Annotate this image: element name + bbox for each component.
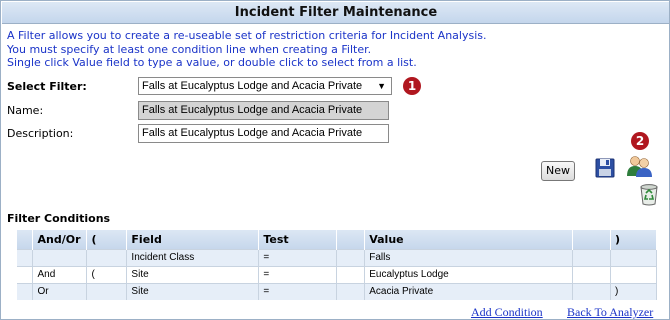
- column-header-value: Value: [364, 230, 574, 249]
- table-cell: [572, 265, 611, 283]
- table-cell[interactable]: =: [258, 265, 338, 283]
- table-cell: [572, 248, 611, 266]
- intro-text: A Filter allows you to create a re-useab…: [7, 29, 487, 70]
- column-header-test: Test: [258, 230, 338, 249]
- back-to-analyzer-link[interactable]: Back To Analyzer: [567, 305, 653, 319]
- select-filter-dropdown[interactable]: Falls at Eucalyptus Lodge and Acacia Pri…: [138, 77, 392, 95]
- filter-conditions-title: Filter Conditions: [7, 212, 111, 225]
- table-cell[interactable]: And: [32, 265, 88, 283]
- column-header: [17, 230, 34, 249]
- recycle-bin-icon[interactable]: [638, 182, 660, 206]
- table-cell[interactable]: [610, 265, 658, 283]
- table-cell: [336, 248, 366, 266]
- new-button[interactable]: New: [541, 161, 575, 181]
- floppy-disk-icon[interactable]: [595, 158, 615, 178]
- table-cell: [17, 248, 34, 266]
- table-row[interactable]: Incident Class = Falls: [17, 248, 658, 266]
- table-cell: [17, 282, 34, 300]
- table-cell[interactable]: Site: [126, 282, 260, 300]
- callout-marker-2: 2: [631, 132, 649, 150]
- column-header-field: Field: [126, 230, 260, 249]
- table-cell[interactable]: (: [86, 265, 128, 283]
- table-row[interactable]: Or Site = Acacia Private ): [17, 282, 658, 300]
- table-cell[interactable]: Eucalyptus Lodge: [364, 265, 574, 283]
- table-cell: [572, 282, 611, 300]
- filter-conditions-table: And/Or ( Field Test Value ) Incident Cla…: [17, 230, 658, 300]
- table-cell: [336, 265, 366, 283]
- add-condition-link[interactable]: Add Condition: [471, 305, 543, 319]
- table-cell[interactable]: [86, 248, 128, 266]
- table-cell[interactable]: Site: [126, 265, 260, 283]
- chevron-down-icon: ▼: [377, 81, 386, 91]
- table-cell[interactable]: Acacia Private: [364, 282, 574, 300]
- table-cell[interactable]: =: [258, 248, 338, 266]
- select-filter-label: Select Filter:: [7, 80, 87, 93]
- intro-line: A Filter allows you to create a re-useab…: [7, 29, 487, 42]
- table-cell[interactable]: Falls: [364, 248, 574, 266]
- users-icon[interactable]: [626, 154, 652, 178]
- table-cell[interactable]: ): [610, 282, 658, 300]
- select-filter-value: Falls at Eucalyptus Lodge and Acacia Pri…: [142, 80, 363, 92]
- table-cell[interactable]: [610, 248, 658, 266]
- page-title: Incident Filter Maintenance: [2, 2, 669, 24]
- column-header: [572, 230, 611, 249]
- name-label: Name:: [7, 104, 44, 117]
- intro-line: Single click Value field to type a value…: [7, 56, 417, 69]
- table-cell[interactable]: [86, 282, 128, 300]
- table-row[interactable]: And ( Site = Eucalyptus Lodge: [17, 265, 658, 283]
- filter-maintenance-panel: Incident Filter Maintenance A Filter all…: [0, 0, 670, 320]
- callout-marker-1: 1: [403, 77, 421, 95]
- column-header: [336, 230, 366, 249]
- description-label: Description:: [7, 127, 74, 140]
- description-field[interactable]: Falls at Eucalyptus Lodge and Acacia Pri…: [138, 124, 389, 143]
- column-header-and-or: And/Or: [32, 230, 88, 249]
- table-cell: [336, 282, 366, 300]
- table-cell[interactable]: Incident Class: [126, 248, 260, 266]
- table-cell[interactable]: =: [258, 282, 338, 300]
- table-header-row: And/Or ( Field Test Value ): [17, 230, 658, 249]
- table-cell: [17, 265, 34, 283]
- name-field: Falls at Eucalyptus Lodge and Acacia Pri…: [138, 101, 389, 120]
- column-header-close-paren: ): [610, 230, 658, 249]
- table-cell[interactable]: Or: [32, 282, 88, 300]
- column-header-open-paren: (: [86, 230, 128, 249]
- table-cell[interactable]: [32, 248, 88, 266]
- intro-line: You must specify at least one condition …: [7, 42, 372, 56]
